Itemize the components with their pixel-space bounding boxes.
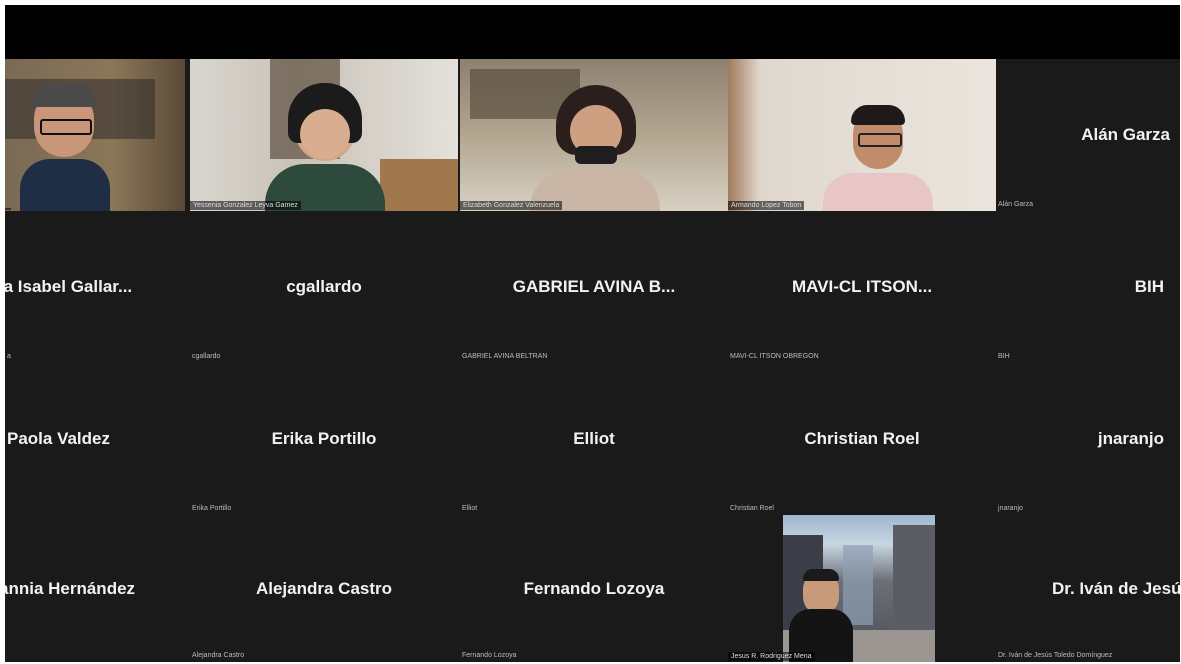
participant-tile[interactable]: Erika Portillo Erika Portillo [190, 363, 458, 515]
video-tile-1[interactable] [5, 59, 185, 211]
participant-tile[interactable]: Dr. Iván de Jesú Dr. Iván de Jesús Toled… [996, 515, 1180, 662]
participant-display-name: Paola Valdez [7, 429, 110, 448]
participant-tile[interactable]: Fernando Lozoya Fernando Lozoya [460, 515, 728, 662]
participant-name-label: Alán Garza [998, 201, 1034, 208]
participant-display-name: jnaranjo [1097, 429, 1164, 448]
participant-name-label: Fernando Lozoya [462, 652, 517, 659]
participant-tile[interactable]: MAVI-CL ITSON... MAVI-CL ITSON OBREGON [728, 211, 996, 363]
participant-name-label: Elizabeth Gonzalez Valenzuela [460, 201, 563, 210]
participant-name-label: Elliot [462, 505, 478, 512]
participant-display-name: Fernando Lozoya [523, 578, 665, 598]
participant-tile[interactable]: ra Isabel Gallar... a [5, 211, 185, 363]
participant-name-label: Armando Lopez Tobon [728, 201, 805, 210]
video-tile-2[interactable]: Yessenia Gonzalez Leyva Gamez [190, 59, 458, 211]
participant-display-name: ra Isabel Gallar... [5, 277, 133, 296]
top-bar [5, 5, 1180, 59]
participant-tile[interactable]: Christian Roel Christian Roel [728, 363, 996, 515]
participant-name-label: BIH [998, 353, 1010, 360]
participant-tile[interactable]: BIH BIH [996, 211, 1180, 363]
participant-tile[interactable]: cgallardo cgallardo [190, 211, 458, 363]
participant-name-label: Dr. Iván de Jesús Toledo Domínguez [998, 652, 1113, 659]
video-tile-4[interactable]: Armando Lopez Tobon [728, 59, 996, 211]
participant-video [520, 85, 670, 211]
participant-name-label: Erika Portillo [192, 505, 232, 512]
participant-display-name: Erika Portillo [271, 429, 377, 448]
participant-display-name: Dr. Iván de Jesú [1052, 578, 1180, 598]
participant-video [260, 83, 390, 211]
video-tile-5[interactable]: Jesus R. Rodriguez Mena [728, 515, 996, 662]
participant-display-name: cgallardo [286, 277, 362, 296]
participant-name-label: jnaranjo [998, 505, 1023, 512]
participant-name-label: Jesus R. Rodriguez Mena [728, 652, 815, 661]
participant-name-label: Christian Roel [730, 505, 774, 512]
participant-tile[interactable]: annia Hernández [5, 515, 185, 662]
participant-name-label: a [7, 353, 11, 360]
participant-tile[interactable]: Alán Garza Alán Garza [996, 59, 1180, 211]
participant-name-label: GABRIEL AVINA BELTRAN [462, 353, 548, 360]
participant-display-name: MAVI-CL ITSON... [791, 277, 933, 296]
participant-display-name: GABRIEL AVINA B... [512, 277, 676, 296]
participant-name-label: cgallardo [192, 353, 221, 360]
participant-tile[interactable]: jnaranjo jnaranjo [996, 363, 1180, 515]
participant-tile[interactable]: Elliot Elliot [460, 363, 728, 515]
meeting-window: Yessenia Gonzalez Leyva Gamez Elizabeth … [5, 5, 1180, 662]
participant-video [823, 105, 933, 211]
participant-display-name: BIH [1134, 277, 1164, 296]
participant-name-label [5, 208, 11, 210]
participant-video [783, 515, 935, 662]
participant-name-label: Alejandra Castro [192, 652, 245, 659]
participant-tile[interactable]: Alejandra Castro Alejandra Castro [190, 515, 458, 662]
participant-name-label: MAVI-CL ITSON OBREGON [730, 353, 819, 360]
participant-tile[interactable]: Paola Valdez [5, 363, 185, 515]
participant-display-name: Alán Garza [1081, 125, 1170, 144]
participant-display-name: Christian Roel [804, 429, 920, 448]
participant-display-name: annia Hernández [5, 578, 136, 598]
participant-display-name: Elliot [573, 429, 615, 448]
participant-video [20, 85, 110, 211]
video-tile-3[interactable]: Elizabeth Gonzalez Valenzuela [460, 59, 728, 211]
participant-display-name: Alejandra Castro [255, 578, 393, 598]
participant-name-label: Yessenia Gonzalez Leyva Gamez [190, 201, 301, 210]
participant-tile[interactable]: GABRIEL AVINA B... GABRIEL AVINA BELTRAN [460, 211, 728, 363]
